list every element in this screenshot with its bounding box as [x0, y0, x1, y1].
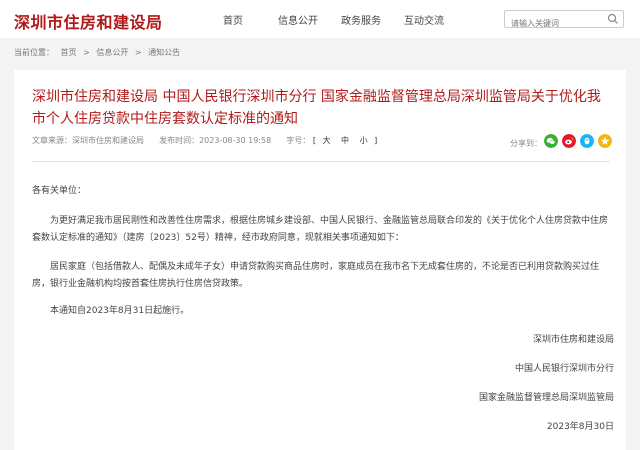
signature-housing-bureau: 深圳市住房和建设局 — [532, 335, 614, 345]
font-size-medium-button[interactable]: 中 — [337, 136, 353, 145]
breadcrumb-info-disclosure[interactable]: 信息公开 — [96, 48, 128, 57]
salutation: 各有关单位： — [32, 186, 87, 196]
paragraph-policy: 居民家庭（包括借款人、配偶及未成年子女）申请贷款购买商品住房时，家庭成员在我市名… — [32, 262, 600, 289]
breadcrumb-separator: > — [83, 48, 90, 57]
weibo-icon[interactable] — [562, 134, 576, 148]
font-bracket-open: [ — [312, 136, 316, 145]
font-size-label: 字号： — [286, 136, 311, 145]
nav-home[interactable]: 首页 — [223, 12, 243, 27]
search-input[interactable] — [505, 15, 607, 32]
paragraph-intro: 为更好满足我市居民刚性和改善性住房需求，根据住房城乡建设部、中国人民银行、金融监… — [32, 216, 609, 243]
article-card: 深圳市住房和建设局 中国人民银行深圳市分行 国家金融监督管理总局深圳监管局关于优… — [14, 70, 626, 450]
site-logo[interactable]: 深圳市住房和建设局 — [14, 9, 163, 33]
qq-icon[interactable] — [580, 134, 594, 148]
breadcrumb-label: 当前位置： — [14, 48, 54, 57]
search-icon[interactable] — [607, 13, 619, 25]
date-label: 发布时间： — [159, 136, 200, 145]
source-value: 深圳市住房和建设局 — [72, 136, 144, 145]
article-meta: 文章来源：深圳市住房和建设局 发布时间：2023-08-30 19:58 字号：… — [32, 135, 377, 146]
breadcrumb-notices[interactable]: 通知公告 — [148, 48, 180, 57]
breadcrumb: 当前位置： 首页 > 信息公开 > 通知公告 — [14, 47, 184, 58]
signature-nfra-shenzhen: 国家金融监督管理总局深圳监管局 — [478, 393, 614, 403]
qzone-icon[interactable] — [598, 134, 612, 148]
breadcrumb-separator: > — [134, 48, 142, 57]
wechat-icon[interactable] — [544, 134, 558, 148]
font-size-large-button[interactable]: 大 — [319, 136, 335, 145]
font-size-small-button[interactable]: 小 — [356, 136, 372, 145]
paragraph-effective-date: 本通知自2023年8月31日起施行。 — [50, 306, 190, 316]
nav-government-services[interactable]: 政务服务 — [341, 12, 381, 27]
search-box — [504, 10, 624, 32]
signature-pboc-shenzhen: 中国人民银行深圳市分行 — [514, 364, 614, 374]
share-label: 分享到： — [510, 139, 542, 148]
font-bracket-close: ] — [374, 136, 378, 145]
breadcrumb-home[interactable]: 首页 — [61, 48, 77, 57]
nav-interaction[interactable]: 互动交流 — [404, 12, 444, 27]
meta-divider — [32, 161, 610, 162]
site-header: 深圳市住房和建设局 首页 信息公开 政务服务 互动交流 — [0, 0, 640, 38]
date-value: 2023-08-30 19:58 — [199, 136, 272, 145]
source-label: 文章来源： — [32, 136, 72, 145]
nav-info-disclosure[interactable]: 信息公开 — [278, 12, 318, 27]
signature-date: 2023年8月30日 — [546, 422, 614, 432]
article-title: 深圳市住房和建设局 中国人民银行深圳市分行 国家金融监督管理总局深圳监管局关于优… — [32, 89, 601, 127]
